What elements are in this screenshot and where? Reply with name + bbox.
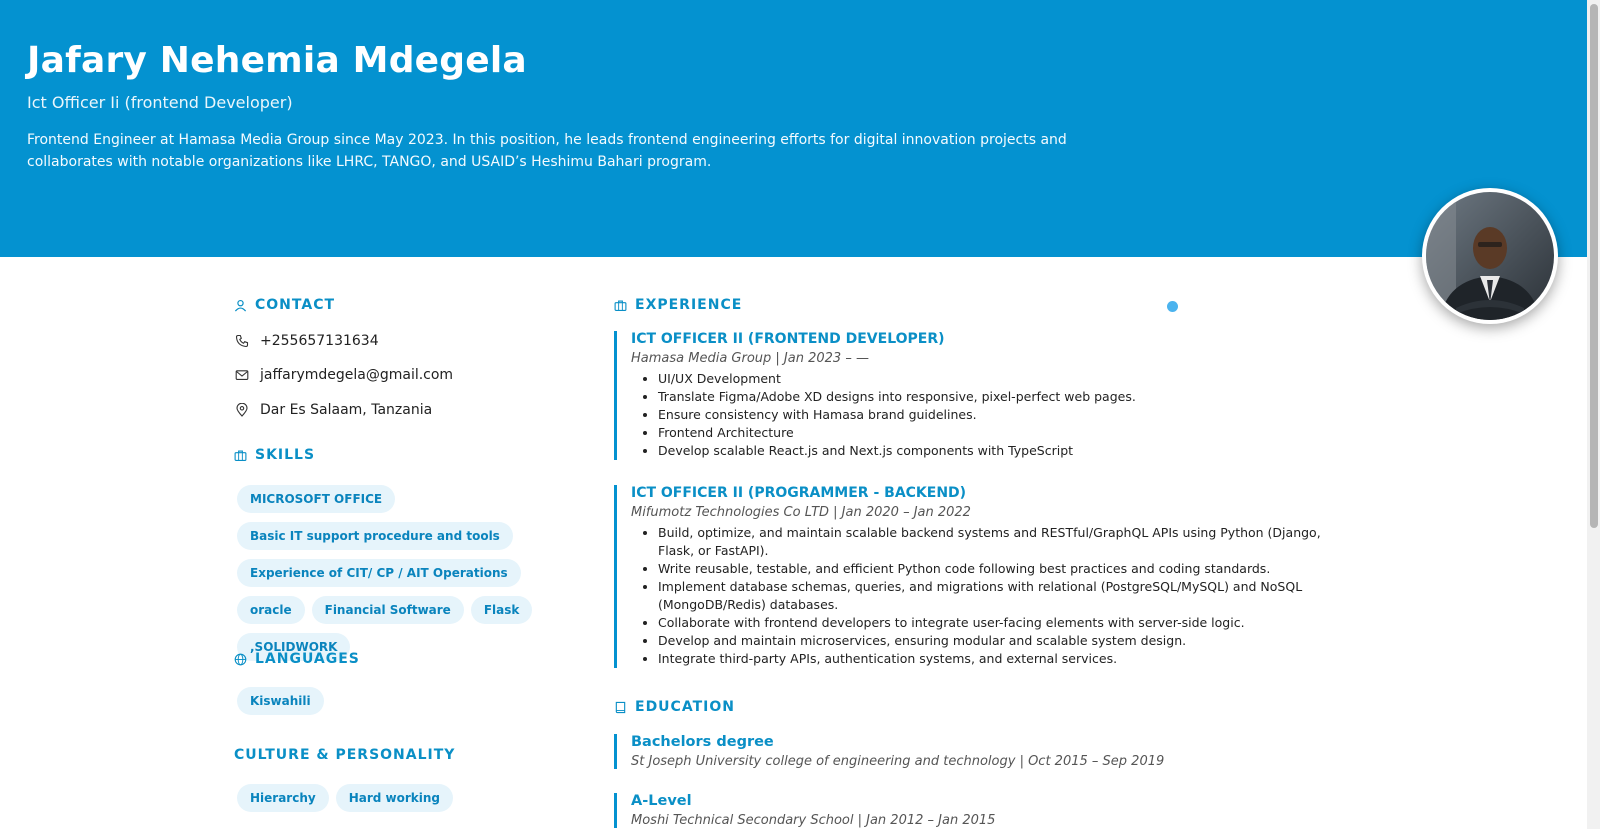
job-bullets: Build, optimize, and maintain scalable b… (631, 524, 1356, 668)
skills-list: MICROSOFT OFFICE Basic IT support proced… (237, 485, 577, 661)
globe-icon (234, 653, 247, 665)
status-dot (1167, 301, 1178, 312)
job-bullet: Ensure consistency with Hamasa brand gui… (658, 406, 1334, 424)
contact-location: Dar Es Salaam, Tanzania (235, 402, 432, 418)
job-bullet: Develop scalable React.js and Next.js co… (658, 442, 1334, 460)
degree-title: A-Level (631, 793, 692, 809)
email-address: jaffarymdegela@gmail.com (260, 367, 454, 383)
book-icon (615, 701, 626, 713)
scrollbar-thumb[interactable] (1590, 4, 1598, 528)
education-meta: St Joseph University college of engineer… (631, 754, 1165, 769)
skills-heading: SKILLS (234, 447, 315, 463)
job-role: ICT OFFICER II (FRONTEND DEVELOPER) (631, 331, 945, 347)
profile-photo (1426, 192, 1554, 320)
degree-title: Bachelors degree (631, 734, 774, 750)
job-meta: Hamasa Media Group | Jan 2023 – — (631, 351, 869, 366)
culture-heading-label: CULTURE & PERSONALITY (234, 747, 456, 763)
education-heading-label: EDUCATION (635, 699, 735, 715)
culture-heading: CULTURE & PERSONALITY (234, 747, 455, 763)
experience-entry: ICT OFFICER II (PROGRAMMER - BACKEND) Mi… (614, 485, 1356, 668)
culture-chip: Hierarchy (237, 784, 329, 812)
culture-chip: Hard working (335, 784, 454, 812)
briefcase-icon (234, 449, 247, 461)
skill-chip: Financial Software (311, 596, 464, 624)
job-role: ICT OFFICER II (PROGRAMMER - BACKEND) (631, 485, 967, 501)
job-bullet: Collaborate with frontend developers to … (658, 614, 1356, 632)
profile-name: Jafary Nehemia Mdegela (27, 40, 527, 81)
languages-list: Kiswahili (237, 687, 577, 715)
education-entry: Bachelors degree St Joseph University co… (614, 734, 1334, 769)
language-chip: Kiswahili (237, 687, 324, 715)
profile-header: Jafary Nehemia Mdegela Ict Officer Ii (f… (0, 0, 1587, 257)
job-bullet: Frontend Architecture (658, 424, 1334, 442)
skill-chip: oracle (237, 596, 305, 624)
job-bullet: Write reusable, testable, and efficient … (658, 560, 1356, 578)
job-meta: Mifumotz Technologies Co LTD | Jan 2020 … (631, 505, 971, 520)
job-bullet: Build, optimize, and maintain scalable b… (658, 524, 1356, 560)
education-meta: Moshi Technical Secondary School | Jan 2… (631, 813, 996, 828)
location-text: Dar Es Salaam, Tanzania (260, 402, 433, 418)
skills-heading-label: SKILLS (255, 447, 316, 463)
briefcase-icon (614, 299, 627, 311)
phone-number: +255657131634 (260, 333, 379, 349)
job-bullet: Implement database schemas, queries, and… (658, 578, 1356, 614)
experience-heading: EXPERIENCE (614, 297, 742, 313)
experience-entry: ICT OFFICER II (FRONTEND DEVELOPER) Hama… (614, 331, 1334, 460)
skill-chip: MICROSOFT OFFICE (237, 485, 396, 513)
mail-icon (235, 370, 249, 380)
skill-chip: Flask (470, 596, 533, 624)
languages-heading-label: LANGUAGES (255, 651, 360, 667)
profile-bio: Frontend Engineer at Hamasa Media Group … (27, 132, 1067, 170)
page-scrollbar[interactable] (1587, 0, 1600, 829)
avatar (1422, 188, 1558, 324)
education-heading: EDUCATION (614, 699, 735, 715)
contact-heading-label: CONTACT (255, 297, 336, 313)
job-bullet: UI/UX Development (658, 370, 1334, 388)
skill-chip: Basic IT support procedure and tools (237, 522, 513, 550)
culture-list: Hierarchy Hard working (237, 784, 577, 812)
job-bullets: UI/UX Development Translate Figma/Adobe … (631, 370, 1334, 460)
experience-heading-label: EXPERIENCE (635, 297, 743, 313)
education-entry: A-Level Moshi Technical Secondary School… (614, 793, 1334, 828)
job-bullet: Develop and maintain microservices, ensu… (658, 632, 1356, 650)
map-pin-icon (236, 403, 248, 417)
job-bullet: Integrate third-party APIs, authenticati… (658, 650, 1356, 668)
skill-chip: Experience of CIT/ CP / AIT Operations (237, 559, 521, 587)
contact-email: jaffarymdegela@gmail.com (235, 367, 453, 383)
contact-heading: CONTACT (234, 297, 335, 313)
phone-icon (235, 334, 249, 348)
profile-title: Ict Officer Ii (frontend Developer) (27, 93, 293, 112)
user-icon (234, 299, 247, 311)
contact-phone: +255657131634 (235, 333, 379, 349)
languages-heading: LANGUAGES (234, 651, 360, 667)
job-bullet: Translate Figma/Adobe XD designs into re… (658, 388, 1334, 406)
